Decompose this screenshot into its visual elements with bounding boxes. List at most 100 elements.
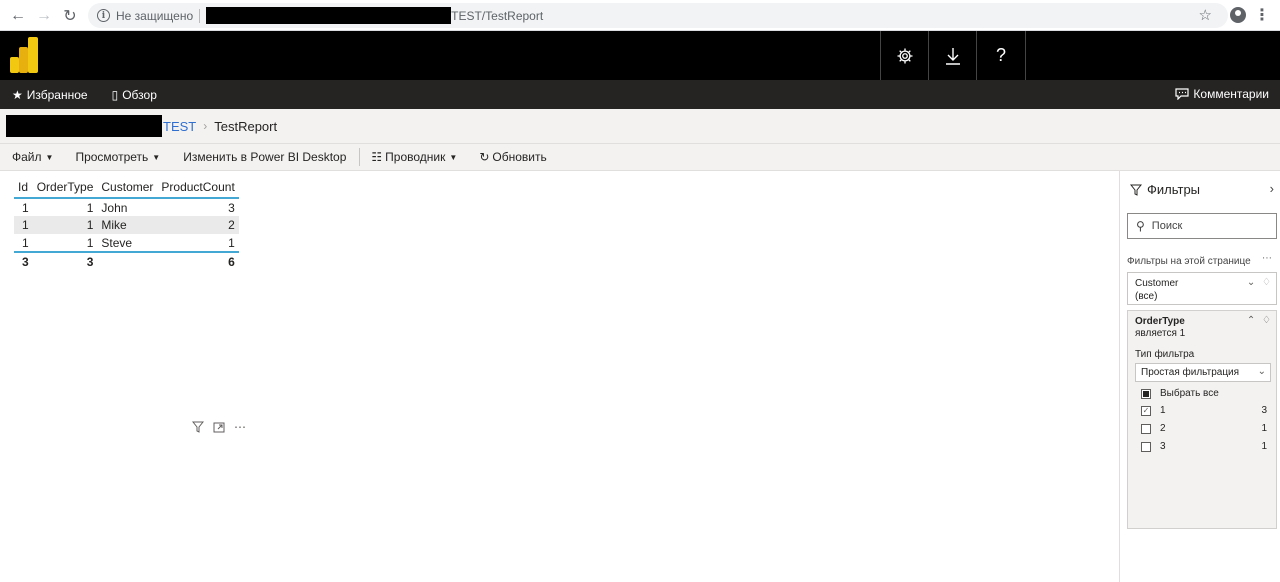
option-label: 2 [1160,423,1166,434]
filter-card-ordertype[interactable]: OrderType является 1 ⌃ ♢ Тип фильтра Про… [1127,310,1277,529]
cell-id: 1 [22,235,29,250]
option-label: 3 [1160,441,1166,452]
filter-card-icons: ⌄ ♢ [1247,277,1271,288]
comments-button[interactable]: Комментарии [1175,87,1269,101]
filter-card-customer[interactable]: Customer (все) ⌄ ♢ [1127,272,1277,305]
star-icon: ★ [12,87,23,102]
explorer-label: Проводник [385,150,446,164]
power-bi-logo[interactable] [10,37,40,73]
filter-field-name: Customer [1135,278,1179,289]
more-options-icon[interactable]: ⋯ [234,420,246,434]
filter-field-name: OrderType [1135,316,1185,327]
select-all-label: Выбрать все [1160,388,1219,399]
filter-condition: является 1 [1135,328,1186,339]
edit-desktop-button[interactable]: Изменить в Power BI Desktop [183,150,346,164]
select-all-checkbox[interactable]: Выбрать все [1141,388,1267,399]
breadcrumb-workspace-link[interactable]: TEST [163,119,196,134]
explorer-menu[interactable]: ☷ Проводник ▼ [371,150,457,164]
file-label: Файл [12,150,42,164]
view-label: Просмотреть [75,150,149,164]
favorites-label: Избранное [26,87,88,102]
forward-arrow-icon[interactable]: → [30,2,58,30]
address-bar[interactable]: i Не защищено TEST/TestReport [88,3,1228,28]
browser-menu-icon[interactable]: ⋮ [1254,5,1270,25]
back-arrow-icon[interactable]: ← [4,2,32,30]
profile-icon[interactable] [1230,7,1246,23]
table-row[interactable]: 1 1 Steve 1 [14,234,239,252]
chevron-up-icon[interactable]: ⌃ [1247,315,1255,326]
cell-customer: Steve [101,235,133,250]
focus-mode-icon[interactable] [213,421,225,433]
option-count: 3 [1261,405,1267,416]
favorites-button[interactable]: ★ Избранное [12,88,88,102]
cell-id: 1 [14,216,33,234]
nav-bar: ★ Избранное ▯ Обзор Комментарии [0,80,1280,109]
table-total-row: 3 3 6 [14,251,239,270]
download-button[interactable] [928,31,976,80]
filters-header: Фильтры [1130,182,1200,197]
bookmark-star-icon[interactable]: ☆ [1199,6,1212,24]
breadcrumb-separator-icon: › [203,119,208,133]
browser-toolbar: ← → ↻ i Не защищено TEST/TestReport ☆ ⋮ [0,0,1280,31]
settings-button[interactable] [880,31,928,80]
cell-productcount: 1 [228,235,235,250]
comments-label: Комментарии [1193,87,1269,101]
column-header-ordertype[interactable]: OrderType [32,176,98,199]
redacted-breadcrumb [6,115,162,137]
browse-button[interactable]: ▯ Обзор [112,88,157,102]
clear-filter-icon[interactable]: ♢ [1262,277,1271,288]
cell-productcount: 2 [157,216,239,234]
column-header-customer[interactable]: Customer [97,176,158,199]
report-canvas: Id OrderType Customer ProductCount 1 1 J… [0,171,1119,582]
filter-type-select[interactable]: Простая фильтрация ⌄ [1135,363,1271,382]
total-id: 3 [14,251,33,270]
chevron-down-icon: ▼ [152,152,161,162]
breadcrumb: TEST › TestReport [0,109,1280,143]
file-menu[interactable]: Файл ▼ [12,150,53,164]
total-customer [97,251,158,270]
filter-option[interactable]: 2 1 [1141,423,1267,434]
info-icon[interactable]: i [97,9,110,22]
chevron-down-icon: ▼ [45,152,54,162]
checkbox[interactable] [1141,441,1151,452]
column-header-productcount[interactable]: ProductCount [157,176,239,199]
reload-icon[interactable]: ↻ [56,2,84,30]
report-toolbar: Файл ▼ Просмотреть ▼ Изменить в Power BI… [0,143,1280,171]
filter-option[interactable]: ✓ 1 3 [1141,405,1267,416]
chevron-down-icon: ▼ [449,152,458,162]
toolbar-divider [359,148,361,166]
filter-option[interactable]: 3 1 [1141,441,1267,452]
column-header-id[interactable]: Id [14,176,33,199]
help-button[interactable]: ? [976,31,1026,80]
more-options-icon[interactable]: ⋯ [1262,253,1272,264]
filters-search-input[interactable]: ⚲ Поиск [1127,213,1277,239]
cell-ordertype: 1 [86,235,94,250]
search-placeholder: Поиск [1151,220,1183,232]
option-count: 1 [1261,441,1267,452]
table-visual[interactable]: Id OrderType Customer ProductCount 1 1 J… [14,176,239,270]
filter-icon[interactable] [192,421,204,433]
clear-filter-icon[interactable]: ♢ [1262,315,1271,326]
table-row[interactable]: 1 1 Mike 2 [14,216,239,234]
address-separator [199,8,201,23]
refresh-label: Обновить [492,150,547,164]
checkbox-indeterminate[interactable] [1141,388,1151,399]
cell-productcount: 3 [228,200,235,215]
table-row[interactable]: 1 1 John 3 [14,198,239,216]
filter-card-icons: ⌃ ♢ [1247,315,1271,326]
refresh-button[interactable]: ↻ Обновить [479,150,546,164]
explorer-icon: ☷ [371,150,383,164]
cell-ordertype: 1 [32,216,98,234]
comment-icon [1175,88,1190,100]
checkbox-checked[interactable]: ✓ [1141,405,1151,416]
cell-customer: Mike [97,216,158,234]
cell-ordertype: 1 [86,200,94,215]
chevron-down-icon: ⌄ [1257,366,1266,377]
view-menu[interactable]: Просмотреть ▼ [75,150,160,164]
chevron-down-icon[interactable]: ⌄ [1247,277,1255,288]
search-icon: ⚲ [1136,219,1145,233]
collapse-pane-icon[interactable]: › [1270,181,1274,196]
refresh-icon: ↻ [479,150,490,164]
checkbox[interactable] [1141,423,1151,434]
cell-id: 1 [22,200,29,215]
